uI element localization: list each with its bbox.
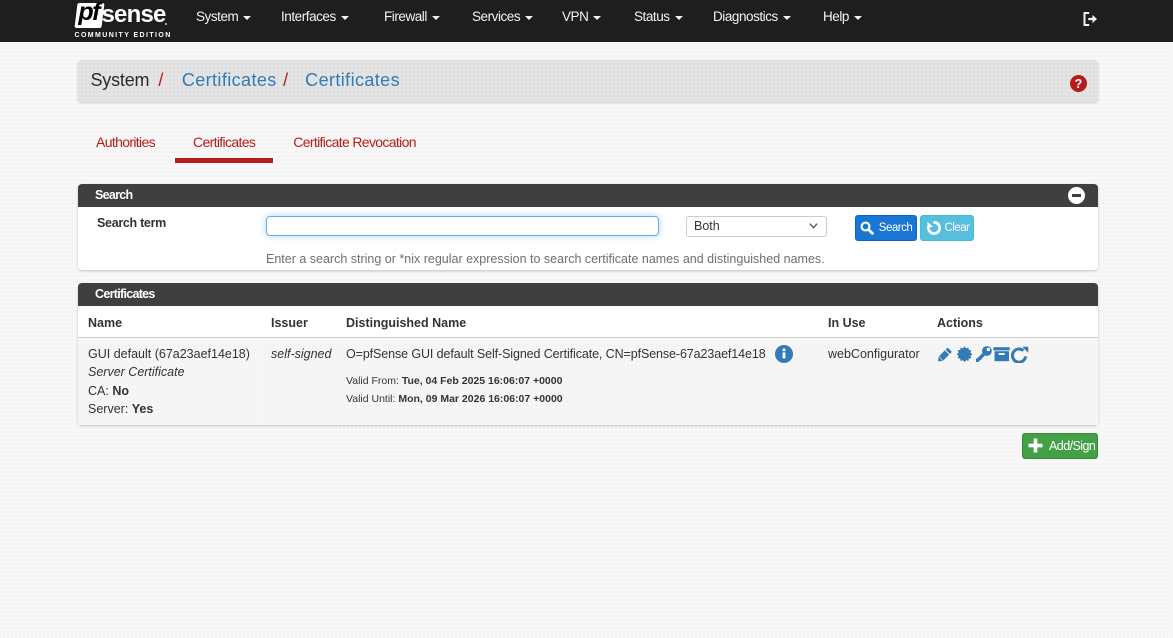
svg-text:?: ? — [1074, 77, 1082, 91]
